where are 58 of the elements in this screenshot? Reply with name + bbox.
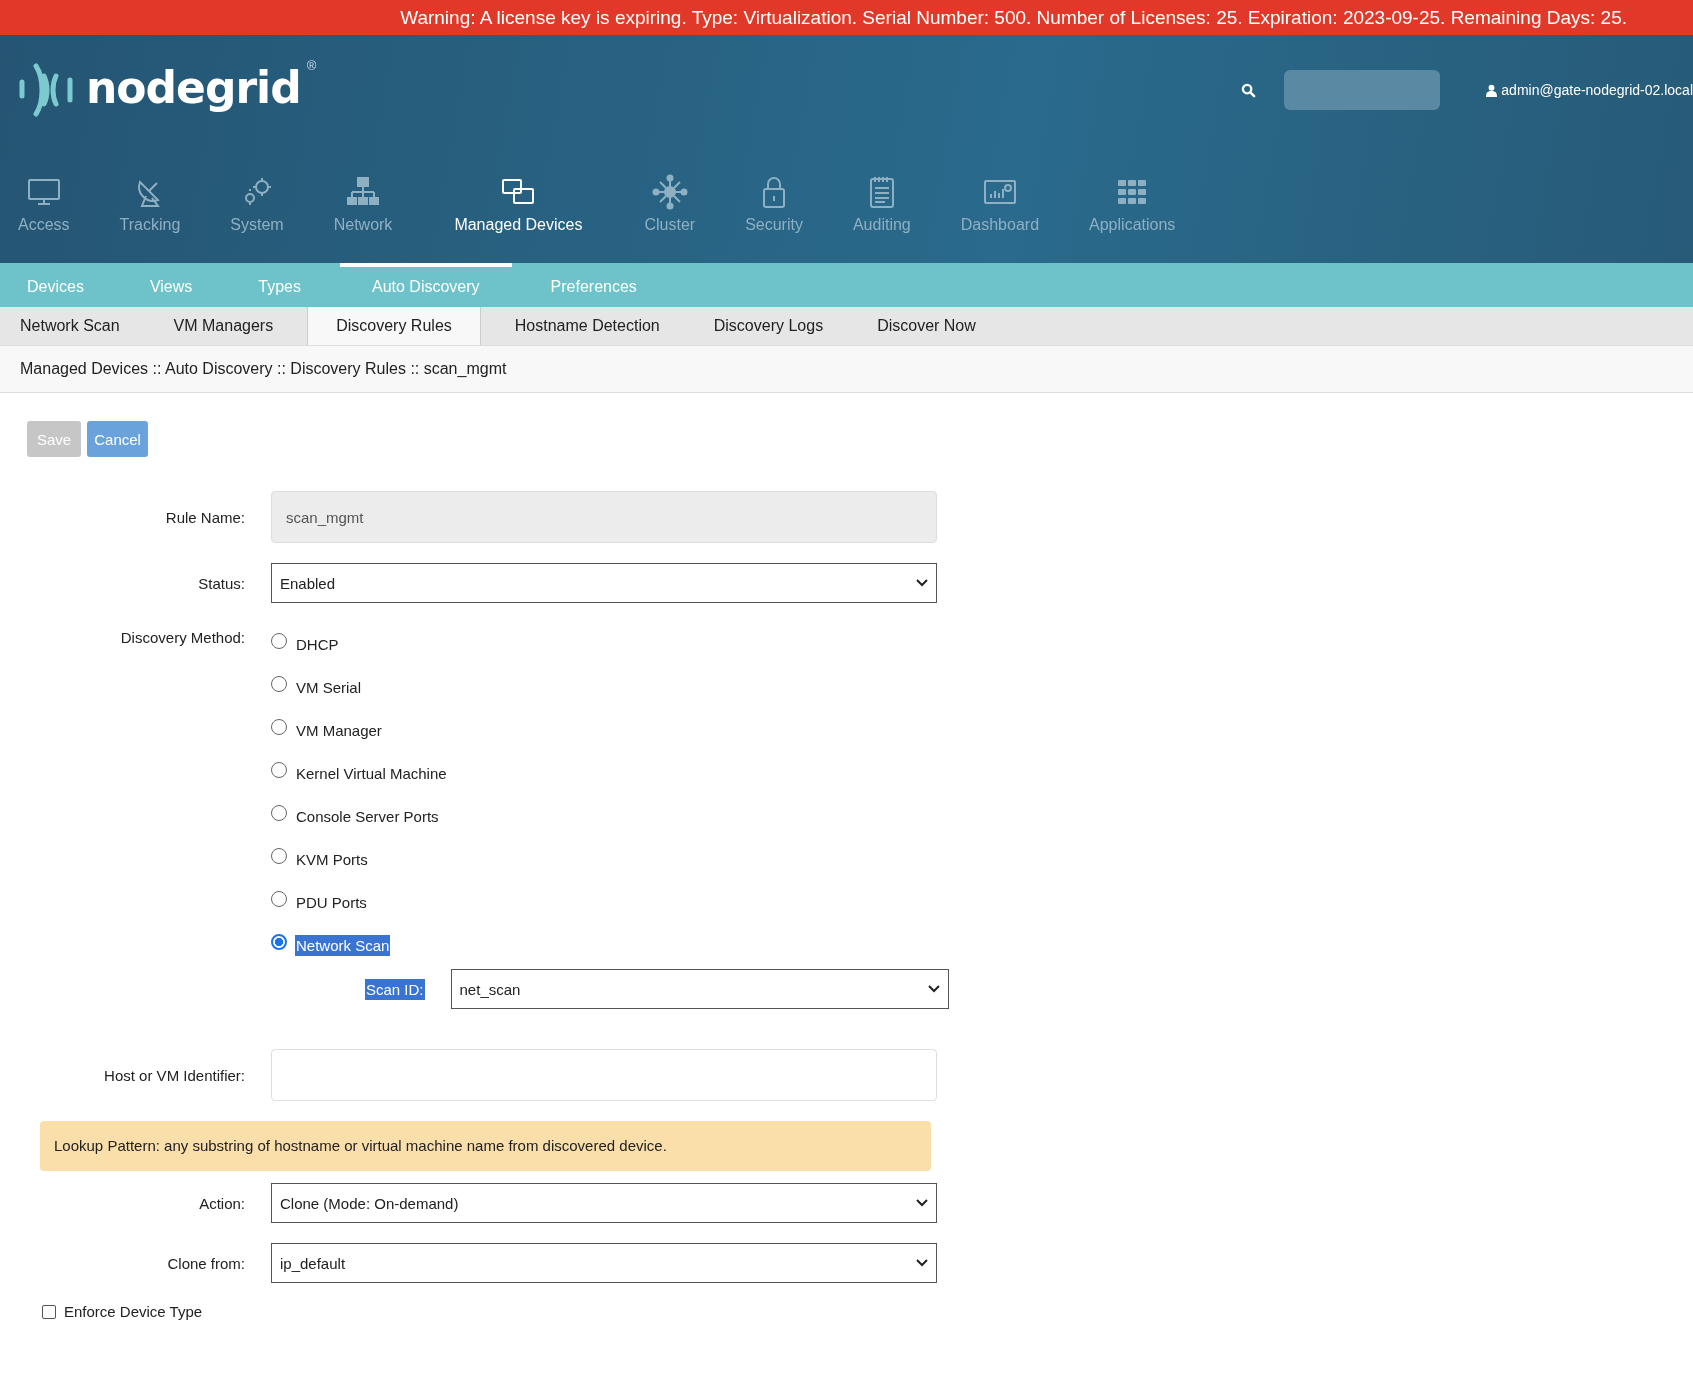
radio-label: DHCP xyxy=(295,635,340,655)
field-label: Rule Name: xyxy=(164,508,246,526)
cancel-button[interactable]: Cancel xyxy=(87,421,148,457)
radio-label: Kernel Virtual Machine xyxy=(295,764,448,784)
tab[interactable]: Hostname Detection xyxy=(494,307,680,345)
main-nav-tab[interactable]: Tracking xyxy=(101,145,199,263)
radio-label: KVM Ports xyxy=(295,850,369,870)
main-nav-tab[interactable]: Network xyxy=(315,145,411,263)
info-note: Lookup Pattern: any substring of hostname or virtual machine name from discovered device. xyxy=(40,1121,931,1171)
status-dropdown[interactable]: Enabled xyxy=(271,563,937,603)
sub-nav-tab[interactable]: Views xyxy=(122,263,220,307)
chevron-down-icon xyxy=(927,985,940,993)
search-field[interactable] xyxy=(1284,70,1441,110)
field-label: Scan ID: xyxy=(365,978,425,1000)
main-nav-tab[interactable]: Managed Devices xyxy=(424,145,613,263)
field-label: Status: xyxy=(197,574,246,592)
chevron-down-icon xyxy=(916,1199,928,1207)
user-menu[interactable]: admin@gate-nodegrid-02.local xyxy=(1486,82,1693,98)
main-nav-tab[interactable]: Applications xyxy=(1071,145,1194,263)
radio-label: VM Manager xyxy=(295,721,383,741)
main-nav-tab[interactable]: Dashboard xyxy=(942,145,1058,263)
sub-nav-tab[interactable]: Preferences xyxy=(523,263,664,307)
field-label: Host or VM Identifier: xyxy=(103,1066,246,1084)
sub-nav-tab[interactable]: Devices xyxy=(0,263,111,307)
tab[interactable]: Discovery Logs xyxy=(693,307,844,345)
chevron-down-icon xyxy=(916,1259,928,1267)
action-dropdown[interactable]: Clone (Mode: On-demand) xyxy=(271,1183,937,1223)
host-identifier-field[interactable] xyxy=(271,1049,937,1101)
main-nav-tab[interactable]: Access xyxy=(0,145,88,263)
tab[interactable]: Discovery Rules xyxy=(307,307,481,345)
tab[interactable]: Discover Now xyxy=(857,307,996,345)
checkbox[interactable] xyxy=(42,1304,56,1319)
field-label: Discovery Method: xyxy=(119,628,246,646)
radio-label: Console Server Ports xyxy=(295,807,440,827)
tab[interactable]: VM Managers xyxy=(153,307,294,345)
radio-button[interactable] xyxy=(271,933,287,950)
registered-mark: ® xyxy=(306,58,317,73)
chevron-down-icon xyxy=(916,579,928,587)
main-nav-tab[interactable]: Auditing xyxy=(834,145,929,263)
field-label: Clone from: xyxy=(166,1254,246,1272)
tab[interactable]: Network Scan xyxy=(0,307,140,345)
clone-from-dropdown[interactable]: ip_default xyxy=(271,1243,937,1283)
breadcrumb: Managed Devices :: Auto Discovery :: Discovery Rules :: scan_mgmt xyxy=(0,346,1693,393)
main-nav-tab[interactable]: Security xyxy=(727,145,821,263)
radio-label: Network Scan xyxy=(295,935,391,956)
main-nav-tab[interactable]: Cluster xyxy=(626,145,714,263)
sub-nav-tab[interactable]: Types xyxy=(231,263,328,307)
field-label: Action: xyxy=(198,1194,246,1212)
warning-banner: Warning: A license key is expiring. Type: Virtualization. Serial Number: 500. Number of Licenses: 25. Expiration: 2023-09-25. Remaining Days: 25. xyxy=(0,0,1693,35)
radio-label: VM Serial xyxy=(295,678,363,698)
checkbox-label: Enforce Device Type xyxy=(64,1303,203,1320)
main-nav-tab[interactable]: System xyxy=(212,145,302,263)
scan-id-dropdown[interactable]: net_scan xyxy=(450,969,949,1009)
radio-label: PDU Ports xyxy=(295,893,368,913)
logo-text: nodegrid xyxy=(86,62,301,113)
user-icon xyxy=(1486,83,1498,97)
cluster-nodes-icon xyxy=(651,174,688,210)
search-icon[interactable] xyxy=(1241,82,1257,98)
